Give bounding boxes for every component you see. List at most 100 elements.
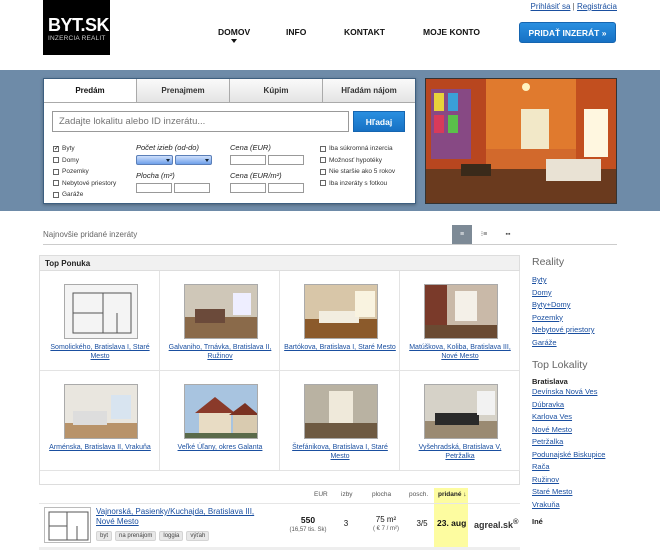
col-added-sorted[interactable]: pridané ↓	[438, 491, 467, 498]
photo-thumb[interactable]	[424, 284, 498, 339]
sidebar-locality-links: Devínska Nová Ves Dúbravka Karlova Ves N…	[532, 386, 622, 511]
option-with-photo[interactable]: Iba inzeráty s fotkou	[320, 178, 395, 190]
list-icon[interactable]: ≡	[452, 225, 472, 244]
photo-thumb[interactable]	[64, 384, 138, 439]
option-label: Nie staršie ako 5 rokov	[329, 168, 396, 176]
nav-home[interactable]: DOMOV	[218, 27, 251, 43]
area-from-input[interactable]	[136, 183, 172, 193]
sidebar-locality-link[interactable]: Dúbravka	[532, 399, 622, 412]
logo-subtitle: INZERCIA REALIT	[48, 35, 106, 42]
sidebar-locality-link[interactable]: Rača	[532, 461, 622, 474]
type-checkbox-flats[interactable]: ✓ Byty	[53, 143, 116, 155]
type-checkbox-commercial[interactable]: Nebytové priestory	[53, 178, 116, 190]
rooms-from-select[interactable]	[136, 155, 173, 165]
top-offer-card[interactable]: Matúškova, Koliba, Bratislava III, Nové …	[400, 271, 520, 371]
photo-thumb[interactable]	[304, 384, 378, 439]
option-label: Iba inzeráty s fotkou	[329, 179, 388, 187]
col-floor[interactable]: posch.	[409, 491, 428, 498]
listing-rooms: 3	[343, 519, 349, 528]
top-offer-link[interactable]: Somolického, Bratislava I, Staré Mesto	[44, 343, 156, 361]
sidebar-locality-link[interactable]: Petržalka	[532, 436, 622, 449]
top-offer-card[interactable]: Veľké Úľany, okres Galanta	[160, 371, 280, 471]
compact-list-icon[interactable]: ⁝≡	[474, 225, 494, 244]
tab-seek-rent[interactable]: Hľadám nájom	[323, 79, 415, 102]
type-checkbox-land[interactable]: Pozemky	[53, 166, 116, 178]
search-panel: Predám Prenajmem Kúpim Hľadám nájom Hľad…	[43, 78, 416, 204]
option-mortgage[interactable]: Možnosť hypotéky	[320, 155, 395, 167]
top-offer-link[interactable]: Matúškova, Koliba, Bratislava III, Nové …	[404, 343, 516, 361]
top-offer-link[interactable]: Galvaniho, Trnávka, Bratislava II, Ružin…	[164, 343, 276, 361]
top-offer-link[interactable]: Arménska, Bratislava II, Vrakuňa	[44, 443, 156, 452]
floorplan-thumb[interactable]	[44, 507, 91, 543]
sidebar-link-garages[interactable]: Garáže	[532, 337, 622, 350]
sidebar-locality-link[interactable]: Ružinov	[532, 474, 622, 487]
nav-home-label: DOMOV	[218, 27, 251, 37]
top-offer-link[interactable]: Štefánikova, Bratislava I, Staré Mesto	[284, 443, 396, 461]
photo-thumb[interactable]	[424, 384, 498, 439]
sidebar-locality-link[interactable]: Karlova Ves	[532, 411, 622, 424]
tab-buy[interactable]: Kúpim	[230, 79, 323, 102]
photo-thumb[interactable]	[304, 284, 378, 339]
type-checkbox-houses[interactable]: Domy	[53, 155, 116, 167]
price-m2-to-input[interactable]	[268, 183, 305, 193]
site-logo[interactable]: BYT.SK INZERCIA REALIT	[43, 0, 110, 55]
agency-name: agreal.sk	[474, 520, 514, 530]
rooms-label: Počet izieb (od-do)	[136, 143, 199, 152]
nav-info[interactable]: INFO	[286, 27, 306, 37]
sidebar-other: Iné	[532, 517, 543, 526]
nav-my-account[interactable]: MOJE KONTO	[423, 27, 480, 37]
listing-area: 75 m² ( € 7 / m²)	[361, 515, 411, 532]
listing-title-link[interactable]: Vajnorská, Pasienky/Kuchajda, Bratislava…	[96, 507, 266, 527]
price-m2-from-input[interactable]	[230, 183, 266, 193]
sidebar-locality-link[interactable]: Devínska Nová Ves	[532, 386, 622, 399]
top-offer-card[interactable]: Galvaniho, Trnávka, Bratislava II, Ružin…	[160, 271, 280, 371]
col-price[interactable]: EUR	[314, 491, 328, 498]
sidebar-link-flats-houses[interactable]: Byty+Domy	[532, 299, 622, 312]
top-offer-card[interactable]: Arménska, Bratislava II, Vrakuňa	[40, 371, 160, 471]
sidebar-reality-title: Reality	[532, 256, 565, 268]
listing-date: 23. aug	[437, 518, 467, 528]
sidebar-link-houses[interactable]: Domy	[532, 287, 622, 300]
option-private-only[interactable]: Iba súkromná inzercia	[320, 143, 395, 155]
top-offer-card[interactable]: Štefánikova, Bratislava I, Staré Mesto	[280, 371, 400, 471]
add-listing-button[interactable]: PRIDAŤ INZERÁT »	[519, 22, 616, 43]
tab-sell[interactable]: Predám	[44, 79, 137, 102]
grid-icon[interactable]: ▪▪	[498, 225, 518, 244]
price-from-input[interactable]	[230, 155, 266, 165]
tag: byt	[96, 531, 113, 541]
tab-rent-out[interactable]: Prenajmem	[137, 79, 230, 102]
type-checkbox-garages[interactable]: Garáže	[53, 189, 116, 201]
checkbox-checked: ✓	[53, 145, 60, 152]
col-rooms[interactable]: izby	[341, 491, 353, 498]
search-button[interactable]: Hľadaj	[353, 111, 405, 132]
sidebar-locality-link[interactable]: Vrakuňa	[532, 499, 622, 512]
top-offer-link[interactable]: Veľké Úľany, okres Galanta	[164, 443, 276, 452]
sidebar-link-flats[interactable]: Byty	[532, 274, 622, 287]
photo-thumb[interactable]	[184, 284, 258, 339]
floorplan-thumb[interactable]	[64, 284, 138, 339]
top-offer-link[interactable]: Bartókova, Bratislava I, Staré Mesto	[284, 343, 396, 352]
sidebar-locality-link[interactable]: Staré Mesto	[532, 486, 622, 499]
checkbox	[53, 157, 59, 164]
login-link[interactable]: Prihlásiť sa	[531, 2, 571, 11]
option-max-5-years[interactable]: Nie staršie ako 5 rokov	[320, 166, 395, 178]
sidebar-link-commercial[interactable]: Nebytové priestory	[532, 324, 622, 337]
sidebar-locality-link[interactable]: Podunajské Biskupice	[532, 449, 622, 462]
top-offer-card[interactable]: Bartókova, Bratislava I, Staré Mesto	[280, 271, 400, 371]
price-m2-label: Cena (EUR/m²)	[230, 171, 282, 180]
sidebar-locality-link[interactable]: Nové Mesto	[532, 424, 622, 437]
top-offer-link[interactable]: Vyšehradská, Bratislava V, Petržalka	[404, 443, 516, 461]
top-offer-card[interactable]: Vyšehradská, Bratislava V, Petržalka	[400, 371, 520, 471]
col-area[interactable]: plocha	[372, 491, 391, 498]
photo-thumb[interactable]	[184, 384, 258, 439]
area-to-input[interactable]	[174, 183, 211, 193]
sidebar-link-land[interactable]: Pozemky	[532, 312, 622, 325]
agency-logo[interactable]: agreal.sk®	[474, 517, 519, 530]
top-offer-card[interactable]: Somolického, Bratislava I, Staré Mesto	[40, 271, 160, 371]
rooms-to-select[interactable]	[175, 155, 213, 165]
search-input[interactable]	[52, 111, 349, 132]
nav-contact[interactable]: KONTAKT	[344, 27, 385, 37]
register-link[interactable]: Registrácia	[577, 2, 617, 11]
newest-listings-label: Najnovšie pridané inzeráty	[43, 230, 138, 239]
price-to-input[interactable]	[268, 155, 305, 165]
